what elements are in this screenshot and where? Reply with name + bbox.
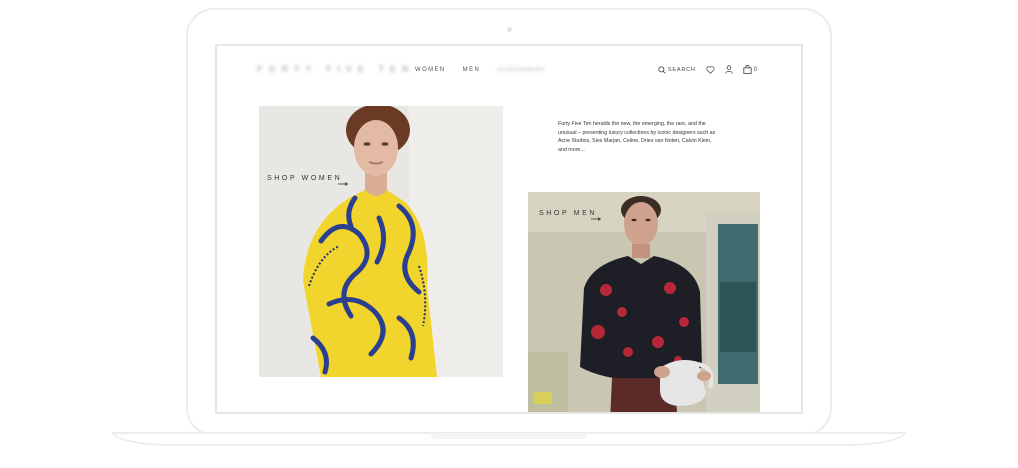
men-hero-image[interactable]: SHOP MEN <box>528 192 760 412</box>
laptop-screen: FORTY FIVE TEN WOMEN MEN ᴀᴄᴄᴇssᴏʀɪᴇs SEA… <box>215 44 803 414</box>
intro-text: Forty Five Ten heralds the new, the emer… <box>558 121 716 153</box>
shop-men-link[interactable]: SHOP MEN <box>539 210 597 217</box>
nav-item-men[interactable]: MEN <box>463 67 481 73</box>
header-tools: SEARCH 0 <box>658 65 757 74</box>
search-icon <box>658 65 666 74</box>
women-hero-image[interactable]: SHOP WOMEN <box>259 106 503 377</box>
arrow-right-icon <box>338 182 348 186</box>
user-icon[interactable] <box>725 65 733 74</box>
search-button[interactable]: SEARCH <box>658 65 696 74</box>
search-label: SEARCH <box>667 66 696 73</box>
nav-item-women[interactable]: WOMEN <box>415 67 446 73</box>
laptop-notch <box>430 433 588 439</box>
bag-button[interactable]: 0 <box>743 65 757 74</box>
main-nav: WOMEN MEN ᴀᴄᴄᴇssᴏʀɪᴇs <box>415 67 545 73</box>
bag-count: 0 <box>753 66 757 73</box>
shop-women-link[interactable]: SHOP WOMEN <box>267 175 342 182</box>
bag-icon <box>743 65 752 74</box>
nav-item-blurred[interactable]: ᴀᴄᴄᴇssᴏʀɪᴇs <box>497 67 545 73</box>
site-logo[interactable]: FORTY FIVE TEN <box>257 64 414 74</box>
laptop-camera <box>507 27 512 32</box>
arrow-right-icon <box>591 217 601 221</box>
heart-icon[interactable] <box>706 65 715 74</box>
